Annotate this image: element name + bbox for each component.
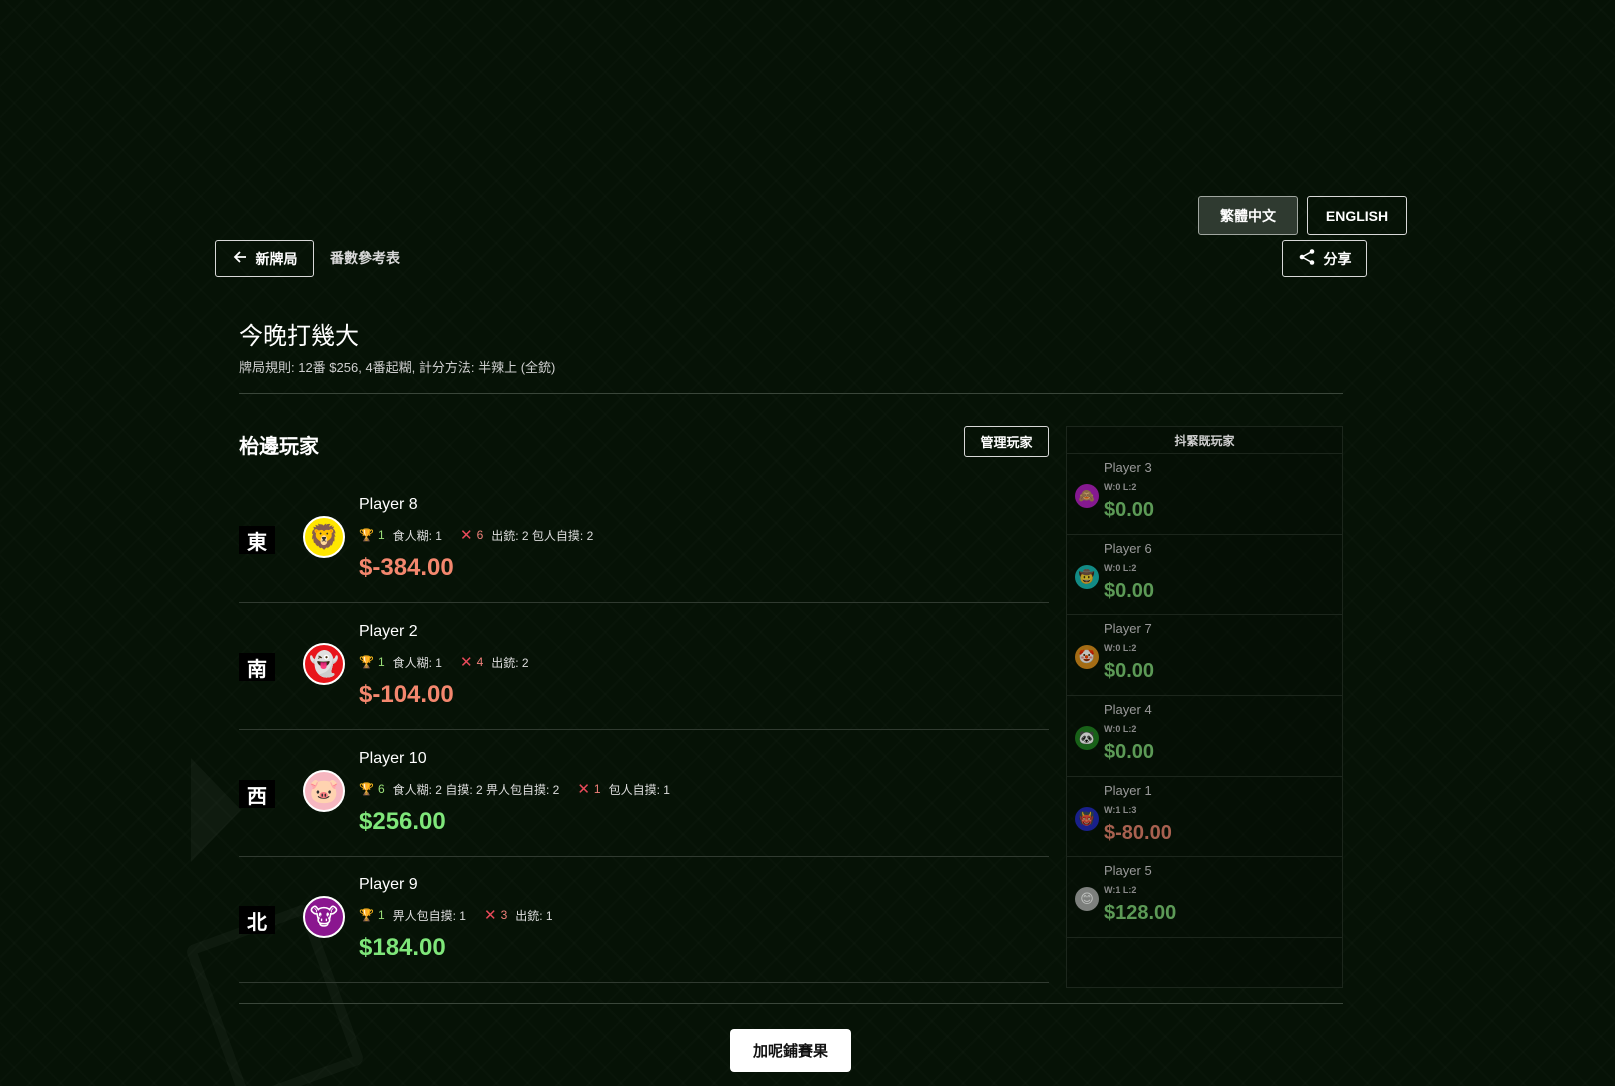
player-amount: $-384.00 [359,554,454,581]
player-row[interactable]: 西 🐷 Player 10 🏆 6 食人糊: 2 自摸: 2 畀人包自摸: 2 … [239,730,1049,857]
seat-wind-label: 東 [239,526,275,554]
bench-player-row[interactable]: 😊 Player 5 W:1 L:2 $128.00 [1067,857,1342,939]
win-detail: 食人糊: 1 [392,528,442,543]
ogre-avatar-icon: 👹 [1075,806,1099,831]
cross-icon: ✕ [483,907,497,924]
cross-icon: ✕ [577,781,590,798]
player-row[interactable]: 東 🦁 Player 8 🏆 1 食人糊: 1 ✕ 6 出銃: 2 包人自摸: … [239,476,1049,603]
player-amount: $256.00 [359,808,446,835]
bench-player-amount: $0.00 [1104,499,1155,521]
bench-player-amount: $0.00 [1104,579,1155,602]
divider [239,393,1343,394]
player-name: Player 9 [359,876,418,893]
win-count: 1 [377,655,385,669]
background-decoration [191,758,241,862]
bench-win-loss: W:0 L:2 [1104,482,1137,492]
monkey-avatar-icon: 🙈 [1075,484,1099,508]
panda-avatar-icon: 🐼 [1075,726,1099,751]
trophy-icon: 🏆 [359,908,374,922]
bench-title: 抖緊既玩家 [1067,427,1342,454]
loss-count: 4 [476,655,484,669]
divider [239,1003,1343,1004]
win-count: 6 [377,782,385,796]
arrow-left-icon [232,249,248,268]
player-row[interactable]: 北 🐮 Player 9 🏆 1 畀人包自摸: 1 ✕ 3 出銃: 1 $184… [239,856,1049,983]
add-result-button[interactable]: 加呢鋪賽果 [730,1029,851,1072]
player-name: Player 10 [359,750,427,767]
win-detail: 食人糊: 2 自摸: 2 畀人包自摸: 2 [392,782,560,797]
bench-panel: 抖緊既玩家 🙈 Player 3 W:0 L:2 $0.00 🤠 Player … [1066,426,1343,988]
pig-avatar-icon: 🐷 [303,770,345,812]
loss-detail: 出銃: 2 [491,655,529,670]
loss-detail: 出銃: 2 包人自摸: 2 [491,528,594,543]
loss-count: 3 [500,908,508,922]
smile-avatar-icon: 😊 [1075,887,1099,912]
lion-avatar-icon: 🦁 [303,516,345,558]
bench-player-amount: $128.00 [1104,902,1177,925]
player-amount: $-104.00 [359,681,454,708]
win-detail: 食人糊: 1 [392,655,442,670]
fan-reference-link[interactable]: 番數參考表 [330,248,400,268]
manage-players-button[interactable]: 管理玩家 [964,426,1049,457]
cow-avatar-icon: 🐮 [303,896,345,938]
bench-player-row[interactable]: 👹 Player 1 W:1 L:3 $-80.00 [1067,777,1342,858]
trophy-icon: 🏆 [359,782,374,796]
table-players-title: 枱邊玩家 [239,436,319,458]
loss-count: 1 [593,782,601,796]
clown-avatar-icon: 🤡 [1075,645,1099,670]
game-rules: 牌局規則: 12番 $256, 4番起糊, 計分方法: 半辣上 (全銃) [239,360,556,375]
bench-win-loss: W:1 L:3 [1104,804,1137,815]
new-game-button[interactable]: 新牌局 [215,240,314,277]
bench-player-amount: $-80.00 [1104,821,1172,844]
player-row[interactable]: 南 👻 Player 2 🏆 1 食人糊: 1 ✕ 4 出銃: 2 $-104.… [239,603,1049,730]
win-detail: 畀人包自摸: 1 [392,908,466,923]
player-stats: 🏆 6 食人糊: 2 自摸: 2 畀人包自摸: 2 ✕ 1 包人自摸: 1 [359,780,670,798]
player-name: Player 8 [359,496,418,513]
trophy-icon: 🏆 [359,528,374,542]
player-stats: 🏆 1 食人糊: 1 ✕ 6 出銃: 2 包人自摸: 2 [359,526,593,544]
bench-win-loss: W:1 L:2 [1104,885,1137,896]
share-button[interactable]: 分享 [1282,240,1367,277]
bench-player-name: Player 1 [1104,782,1152,798]
player-stats: 🏆 1 食人糊: 1 ✕ 4 出銃: 2 [359,653,529,671]
win-count: 1 [377,908,385,922]
trophy-icon: 🏆 [359,655,374,669]
player-name: Player 2 [359,623,418,640]
share-label: 分享 [1323,250,1352,267]
bench-player-name: Player 7 [1104,621,1152,637]
language-en-button[interactable]: ENGLISH [1307,196,1407,235]
bench-player-name: Player 5 [1104,863,1152,879]
seat-wind-label: 西 [239,780,275,808]
new-game-label: 新牌局 [255,250,298,267]
cross-icon: ✕ [459,654,473,671]
bench-player-row[interactable]: 🤡 Player 7 W:0 L:2 $0.00 [1067,615,1342,697]
bench-win-loss: W:0 L:2 [1104,643,1137,654]
loss-detail: 包人自摸: 1 [608,782,670,797]
bench-win-loss: W:0 L:2 [1104,724,1137,735]
loss-count: 6 [476,528,484,542]
loss-detail: 出銃: 1 [515,908,553,923]
cross-icon: ✕ [459,527,473,544]
win-count: 1 [377,528,385,542]
bench-player-amount: $0.00 [1104,741,1155,764]
language-zh-button[interactable]: 繁體中文 [1198,196,1298,235]
bench-player-name: Player 4 [1104,702,1152,718]
game-title: 今晚打幾大 [239,323,359,350]
share-icon [1298,248,1316,269]
cowboy-avatar-icon: 🤠 [1075,564,1099,589]
ghost-avatar-icon: 👻 [303,643,345,685]
bench-win-loss: W:0 L:2 [1104,562,1137,573]
bench-player-row[interactable]: 🙈 Player 3 W:0 L:2 $0.00 [1067,454,1342,535]
player-stats: 🏆 1 畀人包自摸: 1 ✕ 3 出銃: 1 [359,906,553,924]
bench-player-row[interactable]: 🐼 Player 4 W:0 L:2 $0.00 [1067,696,1342,777]
bench-player-name: Player 6 [1104,540,1152,556]
bench-player-row[interactable]: 🤠 Player 6 W:0 L:2 $0.00 [1067,535,1342,616]
seat-wind-label: 南 [239,653,275,681]
bench-player-name: Player 3 [1104,460,1152,475]
player-amount: $184.00 [359,934,446,961]
bench-player-amount: $0.00 [1104,660,1155,683]
seat-wind-label: 北 [239,906,275,934]
